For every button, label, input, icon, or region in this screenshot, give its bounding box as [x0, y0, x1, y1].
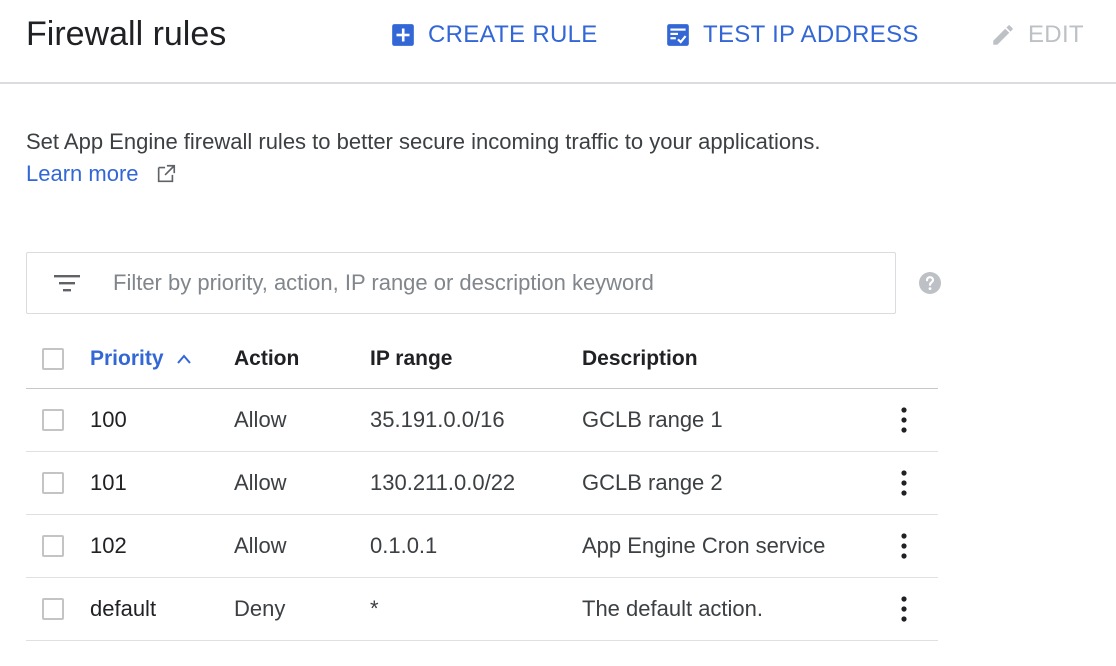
table-header-row: Priority Action IP range Description	[26, 330, 938, 389]
row-priority: 102	[90, 533, 127, 558]
filter-list-icon	[54, 275, 80, 292]
select-all-checkbox[interactable]	[42, 348, 64, 370]
more-vert-icon[interactable]	[901, 532, 907, 560]
learn-more-link[interactable]: Learn more	[26, 158, 177, 190]
row-action: Allow	[234, 407, 287, 432]
row-ip-range: 130.211.0.0/22	[370, 470, 516, 495]
create-rule-button[interactable]: CREATE RULE	[390, 18, 598, 52]
table-row: 102 Allow 0.1.0.1 App Engine Cron servic…	[26, 515, 938, 578]
filter-box	[26, 252, 896, 314]
firewall-rules-table: Priority Action IP range Description 100…	[26, 330, 938, 641]
test-ip-address-button[interactable]: TEST IP ADDRESS	[665, 18, 919, 52]
table-row: 100 Allow 35.191.0.0/16 GCLB range 1	[26, 389, 938, 452]
row-action: Allow	[234, 470, 287, 495]
page-header: Firewall rules CREATE RULE TEST IP ADDRE…	[0, 0, 1116, 84]
row-description: The default action.	[582, 596, 764, 621]
row-priority: 100	[90, 407, 127, 432]
row-ip-range: *	[370, 596, 379, 621]
row-priority: 101	[90, 470, 127, 495]
chevron-up-icon	[176, 354, 191, 364]
table-row: default Deny * The default action.	[26, 578, 938, 641]
table-row: 101 Allow 130.211.0.0/22 GCLB range 2	[26, 452, 938, 515]
column-header-priority[interactable]: Priority	[90, 330, 192, 388]
column-header-description[interactable]: Description	[582, 330, 698, 388]
row-action: Deny	[234, 596, 286, 621]
add-box-icon	[392, 24, 414, 46]
row-checkbox[interactable]	[42, 472, 64, 494]
row-ip-range: 35.191.0.0/16	[370, 407, 505, 432]
row-priority: default	[90, 596, 157, 621]
more-vert-icon[interactable]	[901, 595, 907, 623]
row-description: GCLB range 2	[582, 470, 723, 495]
edit-button[interactable]: EDIT	[990, 18, 1084, 52]
external-link-icon	[157, 164, 175, 183]
column-header-ip-range[interactable]: IP range	[370, 330, 452, 388]
row-checkbox[interactable]	[42, 409, 64, 431]
page-title: Firewall rules	[26, 15, 227, 53]
test-ip-address-label: TEST IP ADDRESS	[703, 21, 919, 48]
help-circle-icon[interactable]	[918, 271, 942, 295]
row-ip-range: 0.1.0.1	[370, 533, 438, 558]
create-rule-label: CREATE RULE	[428, 21, 598, 48]
more-vert-icon[interactable]	[901, 469, 907, 497]
checklist-icon	[667, 24, 689, 46]
row-checkbox[interactable]	[42, 535, 64, 557]
edit-label: EDIT	[1028, 21, 1084, 48]
row-description: GCLB range 1	[582, 407, 723, 432]
column-header-priority-label: Priority	[90, 347, 164, 370]
row-description: App Engine Cron service	[582, 533, 826, 558]
row-action: Allow	[234, 533, 287, 558]
row-checkbox[interactable]	[42, 598, 64, 620]
more-vert-icon[interactable]	[901, 406, 907, 434]
column-header-action[interactable]: Action	[234, 330, 299, 388]
pencil-icon	[993, 25, 1013, 45]
filter-input[interactable]	[111, 269, 875, 297]
intro-text: Set App Engine firewall rules to better …	[26, 129, 821, 154]
learn-more-label: Learn more	[26, 161, 139, 186]
